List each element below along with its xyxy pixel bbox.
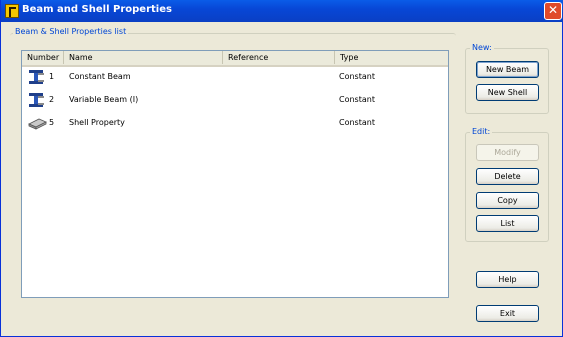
help-button[interactable]: Help (476, 271, 539, 288)
close-button[interactable]: ✕ (544, 2, 562, 20)
window-title: Beam and Shell Properties (22, 4, 172, 15)
copy-button[interactable]: Copy (476, 192, 539, 209)
new-shell-button[interactable]: New Shell (476, 84, 539, 101)
row-number: 5 (49, 118, 55, 127)
ibeam-icon (29, 70, 44, 84)
column-header-name[interactable]: Name (64, 51, 223, 64)
table-row[interactable]: 1 Constant Beam Constant (23, 66, 447, 88)
list-button[interactable]: List (476, 215, 539, 232)
properties-listview[interactable]: Number Name Reference Type 1 Constant Be… (21, 50, 449, 298)
row-name: Variable Beam (I) (69, 95, 139, 104)
row-type: Constant (339, 95, 375, 104)
new-beam-button[interactable]: New Beam (476, 61, 539, 78)
app-icon (5, 4, 19, 18)
delete-button[interactable]: Delete (476, 168, 539, 185)
modify-button[interactable]: Modify (476, 144, 539, 161)
column-header-number[interactable]: Number (22, 51, 64, 64)
dialog-window: Beam and Shell Properties ✕ Beam & Shell… (0, 0, 563, 337)
title-bar[interactable]: Beam and Shell Properties ✕ (1, 0, 563, 22)
row-number: 1 (49, 72, 55, 81)
shell-plate-icon (28, 118, 47, 130)
exit-button[interactable]: Exit (476, 305, 539, 322)
edit-group-label: Edit: (470, 127, 493, 136)
new-group-label: New: (470, 43, 494, 52)
list-header: Number Name Reference Type (22, 51, 448, 67)
table-row[interactable]: 5 Shell Property Constant (23, 112, 447, 134)
table-row[interactable]: 2 Variable Beam (I) Constant (23, 89, 447, 111)
properties-list-label: Beam & Shell Properties list (13, 27, 129, 36)
row-name: Shell Property (69, 118, 125, 127)
column-header-type[interactable]: Type (335, 51, 446, 64)
row-name: Constant Beam (69, 72, 131, 81)
ibeam-icon (29, 93, 44, 107)
row-type: Constant (339, 118, 375, 127)
row-number: 2 (49, 95, 55, 104)
column-header-reference[interactable]: Reference (223, 51, 335, 64)
new-group (465, 48, 549, 114)
row-type: Constant (339, 72, 375, 81)
